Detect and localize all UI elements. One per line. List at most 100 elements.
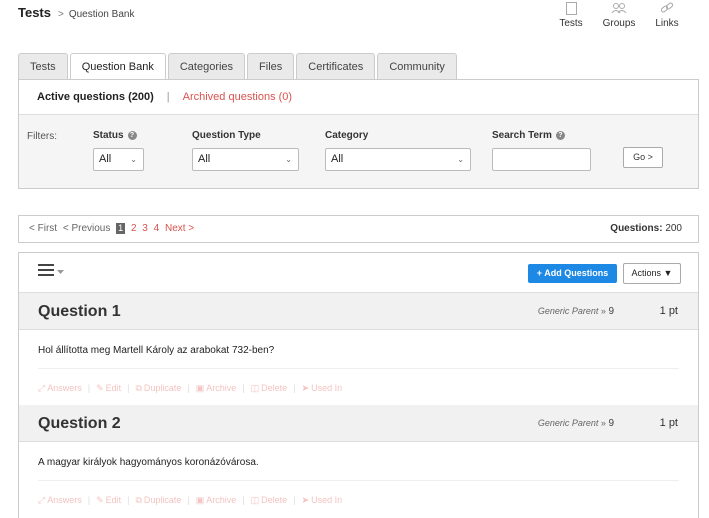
pencil-icon: ✎ <box>96 383 104 393</box>
topnav-tests-label: Tests <box>559 18 583 29</box>
action-separator: | <box>187 383 190 393</box>
tab-files[interactable]: Files <box>247 53 295 79</box>
delete-label: Delete <box>261 495 288 505</box>
tab-community[interactable]: Community <box>377 53 457 79</box>
page-link-3[interactable]: 3 <box>142 223 148 234</box>
page-link-4[interactable]: 4 <box>154 223 160 234</box>
edit-action[interactable]: ✎ Edit <box>96 383 121 393</box>
breadcrumb: Tests > Question Bank <box>18 5 134 20</box>
question-category-count: 9 <box>608 418 614 429</box>
add-questions-button[interactable]: + Add Questions <box>528 264 617 283</box>
page-link-2[interactable]: 2 <box>131 223 137 234</box>
edit-action[interactable]: ✎ Edit <box>96 495 121 505</box>
question-title[interactable]: Question 1 <box>38 303 121 321</box>
search-term-title: Search Term <box>492 129 552 141</box>
duplicate-action[interactable]: ⧉ Duplicate <box>135 495 181 505</box>
action-separator: | <box>293 383 296 393</box>
question-count: Questions: 200 <box>610 216 682 242</box>
users-icon <box>611 1 627 15</box>
answers-action[interactable]: ⤢ Answers <box>38 383 82 393</box>
send-icon: ➤ <box>301 495 310 505</box>
used-in-label: Used In <box>311 495 343 505</box>
delete-label: Delete <box>261 383 288 393</box>
tab-certificates[interactable]: Certificates <box>296 53 376 79</box>
duplicate-label: Duplicate <box>143 495 182 505</box>
duplicate-action[interactable]: ⧉ Duplicate <box>135 383 181 393</box>
question-subtabs: Active questions (200) | Archived question… <box>19 80 698 115</box>
question-text: Hol állította meg Martell Károly az arab… <box>38 345 275 356</box>
subtab-archived-questions[interactable]: Archived questions (0) <box>183 91 292 103</box>
status-select-value: All <box>99 153 112 165</box>
answers-label: Answers <box>47 383 82 393</box>
status-filter: Status ? All ⌄ <box>93 128 144 171</box>
category-filter-title: Category <box>325 129 369 141</box>
question-points: 1 pt <box>659 305 678 317</box>
topnav-tests[interactable]: Tests <box>551 0 591 29</box>
delete-action[interactable]: ◫ Delete <box>251 495 288 505</box>
category-select[interactable]: All ⌄ <box>325 148 471 171</box>
status-filter-title: Status <box>93 129 124 141</box>
question-category-name: Generic Parent <box>537 418 599 428</box>
question-count-value: 200 <box>665 223 682 234</box>
question-type-select[interactable]: All ⌄ <box>192 148 299 171</box>
first-page-link[interactable]: < First <box>29 223 57 234</box>
action-separator: | <box>242 383 245 393</box>
help-icon[interactable]: ? <box>555 130 565 140</box>
question-category-sep: » <box>600 418 606 428</box>
answers-action[interactable]: ⤢ Answers <box>38 495 82 505</box>
topnav-links-label: Links <box>655 18 679 29</box>
list-menu-button[interactable] <box>38 264 64 279</box>
breadcrumb-root[interactable]: Tests <box>18 5 51 20</box>
top-nav: Tests Groups Links <box>551 0 687 29</box>
caret-down-icon <box>57 266 64 278</box>
answers-label: Answers <box>47 495 82 505</box>
archive-action[interactable]: ▣ Archive <box>196 495 237 505</box>
action-separator: | <box>127 383 130 393</box>
topnav-groups[interactable]: Groups <box>599 0 639 29</box>
subtab-active-questions[interactable]: Active questions (200) <box>37 91 154 103</box>
question-list-toolbar: + Add Questions Actions ▼ <box>19 253 698 293</box>
trash-icon: ◫ <box>250 495 260 505</box>
previous-page-link[interactable]: < Previous <box>63 223 111 234</box>
document-icon <box>565 1 577 15</box>
question-type-select-value: All <box>198 153 211 165</box>
archive-action[interactable]: ▣ Archive <box>196 383 237 393</box>
archive-label: Archive <box>206 383 237 393</box>
actions-dropdown[interactable]: Actions ▼ <box>623 263 681 284</box>
used-in-action[interactable]: ➤ Used In <box>302 495 343 505</box>
edit-label: Edit <box>105 495 122 505</box>
status-select[interactable]: All ⌄ <box>93 148 144 171</box>
filters-label: Filters: <box>27 131 57 142</box>
archive-icon: ▣ <box>195 383 205 393</box>
tab-tests[interactable]: Tests <box>18 53 68 79</box>
search-term-input[interactable] <box>492 148 591 171</box>
action-separator: | <box>293 495 296 505</box>
question-points: 1 pt <box>659 417 678 429</box>
question-item: Question 1 Generic Parent » 9 1 pt Hol á… <box>19 293 698 405</box>
used-in-action[interactable]: ➤ Used In <box>302 383 343 393</box>
question-category: Generic Parent » 9 <box>538 306 614 317</box>
category-select-value: All <box>331 153 344 165</box>
answers-icon: ⤢ <box>38 383 46 393</box>
top-bar: Tests > Question Bank Tests Groups Links <box>0 0 709 40</box>
question-title[interactable]: Question 2 <box>38 415 121 433</box>
search-term-filter: Search Term ? <box>492 128 591 171</box>
archive-label: Archive <box>206 495 237 505</box>
delete-action[interactable]: ◫ Delete <box>251 383 288 393</box>
go-button[interactable]: Go > <box>623 147 663 168</box>
category-filter: Category All ⌄ <box>325 128 471 171</box>
question-list: + Add Questions Actions ▼ Question 1 Gen… <box>18 252 699 518</box>
topnav-links[interactable]: Links <box>647 0 687 29</box>
send-icon: ➤ <box>301 383 310 393</box>
duplicate-icon: ⧉ <box>135 383 142 393</box>
tab-categories[interactable]: Categories <box>167 53 246 79</box>
action-separator: | <box>242 495 245 505</box>
chevron-down-icon: ⌄ <box>285 155 292 164</box>
tab-question-bank[interactable]: Question Bank <box>69 53 166 80</box>
search-term-title-row: Search Term ? <box>492 128 591 142</box>
next-page-link[interactable]: Next > <box>165 223 194 234</box>
help-icon[interactable]: ? <box>127 130 137 140</box>
filters-row: Filters: Status ? All ⌄ Question Type Al… <box>19 115 698 189</box>
question-category-count: 9 <box>608 306 614 317</box>
link-icon <box>660 1 674 15</box>
